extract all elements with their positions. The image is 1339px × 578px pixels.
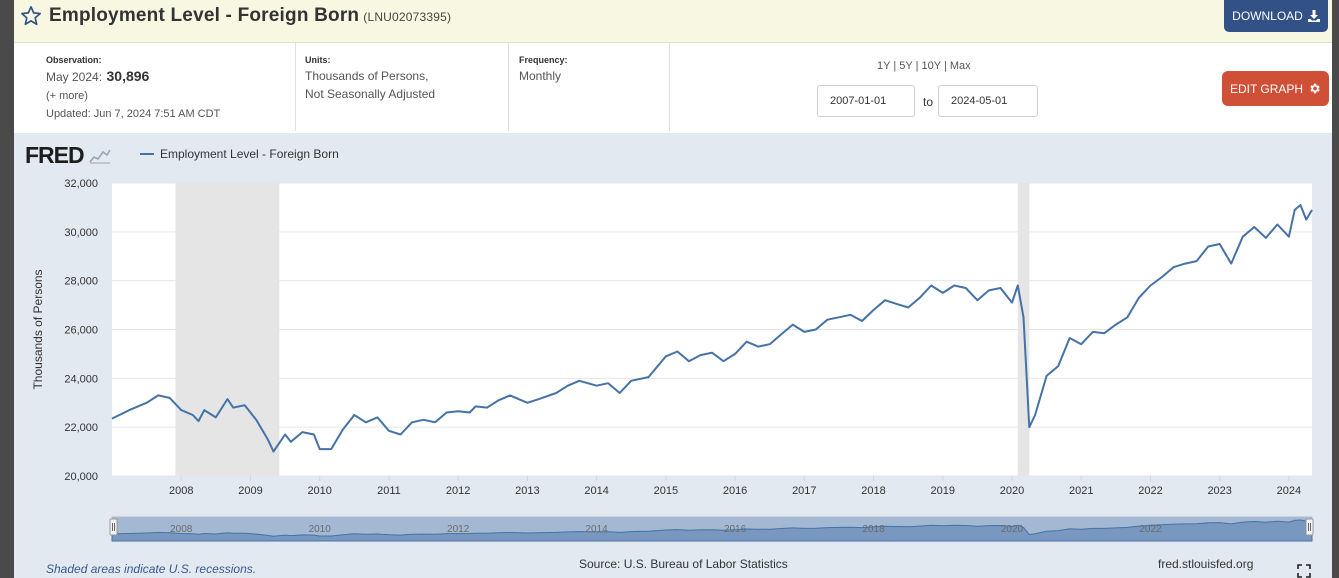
y-tick-label: 32,000 <box>64 178 98 190</box>
series-id: (LNU02073395) <box>363 10 452 24</box>
navigator-handle[interactable] <box>1305 518 1314 536</box>
edit-graph-label: EDIT GRAPH <box>1229 81 1304 96</box>
end-date-value: 2024-05-01 <box>951 95 1008 107</box>
observation-value: 30,896 <box>106 68 150 84</box>
x-tick-label: 2016 <box>723 485 747 497</box>
download-button[interactable]: DOWNLOAD <box>1224 0 1328 32</box>
data-source: Source: U.S. Bureau of Labor Statistics <box>579 557 788 571</box>
y-tick-label: 26,000 <box>64 325 98 337</box>
x-tick-label: 2017 <box>792 485 816 497</box>
y-tick-label: 28,000 <box>64 276 98 288</box>
series-meta-bar: Observation: May 2024: 30,896 (+ more) U… <box>14 43 1332 133</box>
range-links: 1Y | 5Y | 10Y | Max <box>877 60 971 72</box>
range-1y-link[interactable]: 1Y <box>877 60 890 72</box>
units-label: Units: <box>305 55 331 65</box>
navigator-tick-label: 2022 <box>1139 524 1162 535</box>
observation-label: Observation: <box>46 55 102 65</box>
y-axis-label: Thousands of Persons <box>31 269 45 389</box>
x-tick-label: 2008 <box>169 485 193 497</box>
navigator-tick-label: 2012 <box>447 524 470 535</box>
star-icon[interactable] <box>20 5 42 27</box>
edit-graph-button[interactable]: EDIT GRAPH <box>1222 71 1329 106</box>
start-date-value: 2007-01-01 <box>830 95 887 107</box>
fullscreen-icon[interactable] <box>1297 564 1311 578</box>
navigator-tick-label: 2010 <box>309 524 332 535</box>
start-date-input[interactable]: 2007-01-01 <box>817 85 915 117</box>
frequency-label: Frequency: <box>519 55 568 65</box>
x-tick-label: 2023 <box>1207 485 1231 497</box>
y-tick-label: 24,000 <box>64 373 98 385</box>
range-separator: | <box>943 60 947 72</box>
units-line-2: Not Seasonally Adjusted <box>305 87 436 101</box>
more-observations-link[interactable]: (+ more) <box>46 90 88 102</box>
fred-site-link[interactable]: fred.stlouisfed.org <box>1158 557 1253 571</box>
range-separator: | <box>915 60 919 72</box>
x-tick-label: 2021 <box>1069 485 1093 497</box>
range-max-link[interactable]: Max <box>950 60 971 72</box>
x-tick-label: 2020 <box>1000 485 1024 497</box>
x-tick-label: 2009 <box>238 485 262 497</box>
x-tick-label: 2014 <box>584 485 608 497</box>
observation-period: May 2024: <box>46 70 103 84</box>
updated-timestamp: Updated: Jun 7, 2024 7:51 AM CDT <box>46 108 221 120</box>
x-tick-label: 2013 <box>515 485 539 497</box>
x-tick-label: 2012 <box>446 485 470 497</box>
x-tick-label: 2011 <box>377 485 401 497</box>
x-tick-label: 2010 <box>307 485 331 497</box>
y-tick-label: 20,000 <box>64 471 98 483</box>
navigator-tick-label: 2016 <box>724 524 747 535</box>
range-5y-link[interactable]: 5Y <box>899 60 912 72</box>
observation-line: May 2024: 30,896 <box>46 68 149 86</box>
y-tick-label: 30,000 <box>64 227 98 239</box>
gear-icon <box>1310 83 1320 94</box>
range-separator: | <box>893 60 897 72</box>
x-tick-label: 2022 <box>1138 485 1162 497</box>
recession-footnote: Shaded areas indicate U.S. recessions. <box>46 562 257 576</box>
page-title: Employment Level - Foreign Born (LNU02073… <box>49 5 451 27</box>
y-tick-label: 22,000 <box>64 422 98 434</box>
frequency-panel: Frequency: Monthly <box>509 43 670 131</box>
x-tick-label: 2024 <box>1277 485 1301 497</box>
x-tick-label: 2018 <box>861 485 885 497</box>
units-line-1: Thousands of Persons, <box>305 69 429 83</box>
frequency-value: Monthly <box>519 69 562 83</box>
end-date-input[interactable]: 2024-05-01 <box>938 85 1038 117</box>
x-tick-label: 2015 <box>654 485 678 497</box>
range-10y-link[interactable]: 10Y <box>922 60 941 72</box>
series-header: Employment Level - Foreign Born (LNU02073… <box>14 0 1332 43</box>
download-icon <box>1307 10 1320 22</box>
navigator-tick-label: 2018 <box>862 524 885 535</box>
chart-area: FRED Employment Level - Foreign Born 20,… <box>14 133 1332 578</box>
download-label: DOWNLOAD <box>1232 9 1303 23</box>
fred-series-page: Employment Level - Foreign Born (LNU02073… <box>14 0 1332 578</box>
date-range-to-label: to <box>923 95 934 109</box>
observation-panel: Observation: May 2024: 30,896 (+ more) U… <box>14 43 296 131</box>
line-chart[interactable]: 20,000 22,000 24,000 26,000 28,000 30,000 32,0… <box>14 133 1332 553</box>
navigator-tick-label: 2008 <box>170 524 193 535</box>
series-title: Employment Level - Foreign Born <box>49 5 360 26</box>
x-tick-label: 2019 <box>931 485 955 497</box>
navigator-handle[interactable] <box>109 518 118 536</box>
navigator-tick-label: 2014 <box>585 524 608 535</box>
navigator-tick-label: 2020 <box>1001 524 1024 535</box>
units-panel: Units: Thousands of Persons, Not Seasona… <box>296 43 509 131</box>
